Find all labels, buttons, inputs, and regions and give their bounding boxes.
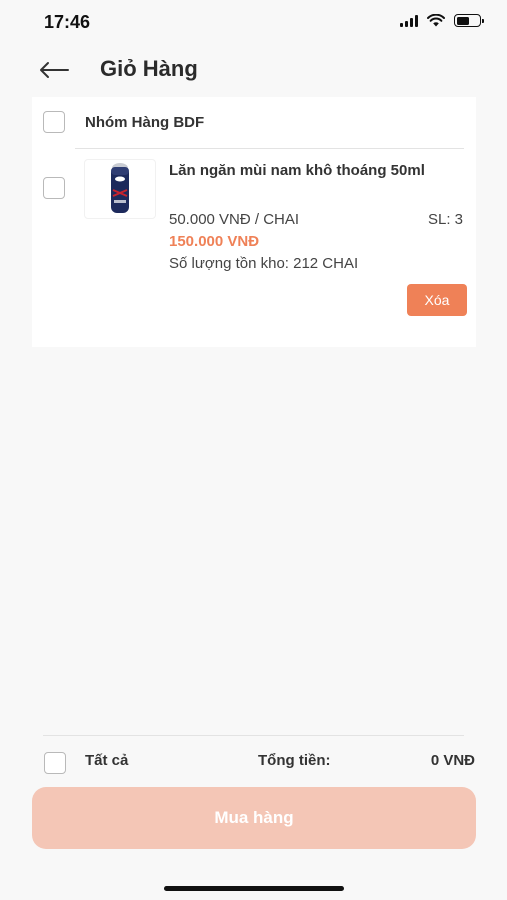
delete-button[interactable]: Xóa: [407, 284, 467, 316]
quantity-label: SL: 3: [427, 211, 463, 228]
item-total-price: 150.000 VNĐ: [169, 233, 260, 250]
group-checkbox[interactable]: [43, 111, 65, 133]
product-image[interactable]: [84, 159, 156, 219]
status-bar: 17:46: [0, 0, 507, 46]
product-name[interactable]: Lăn ngăn mùi nam khô thoáng 50ml: [169, 162, 425, 179]
arrow-left-icon: [40, 62, 69, 78]
group-name: Nhóm Hàng BDF: [85, 114, 205, 131]
total-value: 0 VNĐ: [430, 752, 475, 769]
status-icons: [400, 14, 484, 27]
page-title: Giỏ Hàng: [100, 56, 198, 81]
select-all-checkbox[interactable]: [44, 752, 66, 774]
cart-group-card: Nhóm Hàng BDF Lăn ngăn mùi nam khô thoán…: [32, 97, 476, 347]
select-all-label[interactable]: Tất cả: [85, 752, 128, 769]
unit-price: 50.000 VNĐ / CHAI: [169, 211, 300, 228]
battery-level: [456, 16, 469, 25]
footer-summary: Tất cả Tổng tiền: 0 VNĐ: [0, 742, 507, 782]
item-checkbox[interactable]: [43, 177, 65, 199]
signal-icon: [400, 14, 418, 27]
battery-icon: [454, 14, 484, 27]
total-label: Tổng tiền:: [258, 752, 331, 769]
wifi-icon: [427, 14, 445, 27]
group-divider: [75, 148, 464, 149]
header: Giỏ Hàng: [0, 46, 507, 96]
cart-group-header: Nhóm Hàng BDF: [32, 97, 476, 149]
deodorant-bottle-icon: [111, 163, 129, 213]
buy-button[interactable]: Mua hàng: [32, 787, 476, 849]
footer-divider: [43, 735, 464, 736]
home-indicator[interactable]: [164, 886, 344, 891]
status-time: 17:46: [44, 12, 91, 32]
stock-quantity: Số lượng tồn kho: 212 CHAI: [169, 255, 359, 272]
back-button[interactable]: [36, 54, 72, 86]
